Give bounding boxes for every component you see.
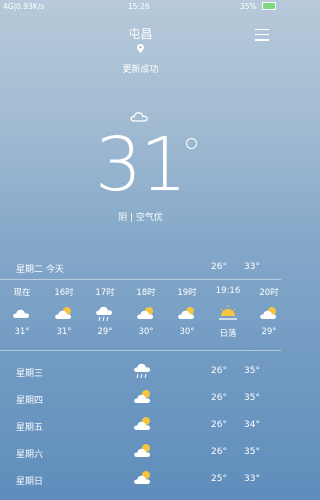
day-label: 星期四 — [16, 396, 44, 406]
partly-cloudy-icon — [134, 390, 151, 403]
hour-label: 20时 — [259, 288, 279, 298]
cloud-icon — [130, 112, 148, 122]
day-low: 26° — [211, 447, 227, 457]
hour-temp: 日落 — [219, 329, 237, 339]
hourly-item: 现在 31° — [2, 286, 42, 337]
partly-cloudy-icon — [134, 471, 151, 484]
hour-label: 16时 — [54, 288, 74, 298]
hour-label: 现在 — [13, 288, 31, 298]
day-low: 25° — [211, 474, 227, 484]
hour-label: 18时 — [136, 288, 156, 298]
hour-temp: 30° — [138, 327, 154, 337]
current-temperature: 31 — [95, 122, 187, 208]
day-low: 26° — [211, 420, 227, 430]
hourly-item: 16时 31° — [44, 286, 84, 337]
today-label: 星期二 今天 — [16, 265, 64, 275]
partly-cloudy-icon — [260, 307, 277, 319]
divider — [0, 279, 281, 280]
day-low: 26° — [211, 366, 227, 376]
daily-row[interactable]: 星期五 26° 34° — [0, 412, 281, 438]
partly-cloudy-icon — [137, 307, 154, 319]
menu-line-icon — [255, 34, 269, 36]
day-label: 星期五 — [16, 423, 44, 433]
current-condition: 阴 | 空气优 — [118, 213, 163, 223]
battery-icon — [262, 2, 276, 10]
day-high: 35° — [244, 447, 260, 457]
clock: 15:26 — [128, 2, 150, 11]
hour-temp: 31° — [14, 327, 30, 337]
hour-label: 17时 — [95, 288, 115, 298]
degree-icon — [186, 138, 197, 149]
daily-row[interactable]: 星期四 26° 35° — [0, 385, 281, 411]
hourly-item: 17时 29° — [85, 286, 125, 337]
rain-cloud-icon — [96, 306, 113, 322]
hourly-item: 18时 30° — [126, 286, 166, 337]
hour-temp: 30° — [179, 327, 195, 337]
day-high: 34° — [244, 420, 260, 430]
day-label: 星期三 — [16, 369, 44, 379]
city-name[interactable]: 屯昌 — [0, 25, 281, 42]
location-pin-icon — [137, 44, 144, 53]
cloud-icon — [13, 309, 30, 318]
hour-temp: 29° — [97, 327, 113, 337]
today-low: 26° — [211, 262, 227, 272]
day-low: 26° — [211, 393, 227, 403]
hour-label: 19时 — [177, 288, 197, 298]
network-status: 4G|0.93K/s — [3, 2, 45, 11]
sunset-icon — [219, 305, 237, 320]
hourly-item: 20时 29° — [249, 286, 289, 337]
hour-temp: 31° — [56, 327, 72, 337]
partly-cloudy-icon — [134, 444, 151, 457]
menu-button[interactable] — [255, 29, 269, 42]
day-high: 35° — [244, 393, 260, 403]
partly-cloudy-icon — [178, 307, 195, 319]
menu-line-icon — [255, 39, 269, 41]
hour-temp: 29° — [261, 327, 277, 337]
today-high: 33° — [244, 262, 260, 272]
day-label: 星期六 — [16, 450, 44, 460]
menu-line-icon — [255, 29, 269, 31]
daily-row[interactable]: 星期日 25° 33° — [0, 466, 281, 492]
hourly-item: 19时 30° — [167, 286, 207, 337]
update-status: 更新成功 — [122, 65, 159, 75]
day-high: 35° — [244, 366, 260, 376]
day-high: 33° — [244, 474, 260, 484]
divider — [0, 350, 281, 351]
rain-cloud-icon — [134, 363, 151, 379]
battery-percent: 35% — [240, 2, 257, 11]
status-bar: 4G|0.93K/s 15:26 35% — [0, 0, 281, 14]
partly-cloudy-icon — [55, 307, 72, 319]
daily-row[interactable]: 星期六 26° 35° — [0, 439, 281, 465]
day-label: 星期日 — [16, 477, 44, 487]
hourly-item: 19:16 日落 — [208, 286, 248, 339]
hour-label: 19:16 — [215, 286, 241, 296]
daily-row[interactable]: 星期三 26° 35° — [0, 358, 281, 384]
hourly-forecast[interactable]: 现在 31° 16时 31° 17时 29° 18时 30° 19时 30° 1… — [0, 286, 281, 346]
partly-cloudy-icon — [134, 417, 151, 430]
